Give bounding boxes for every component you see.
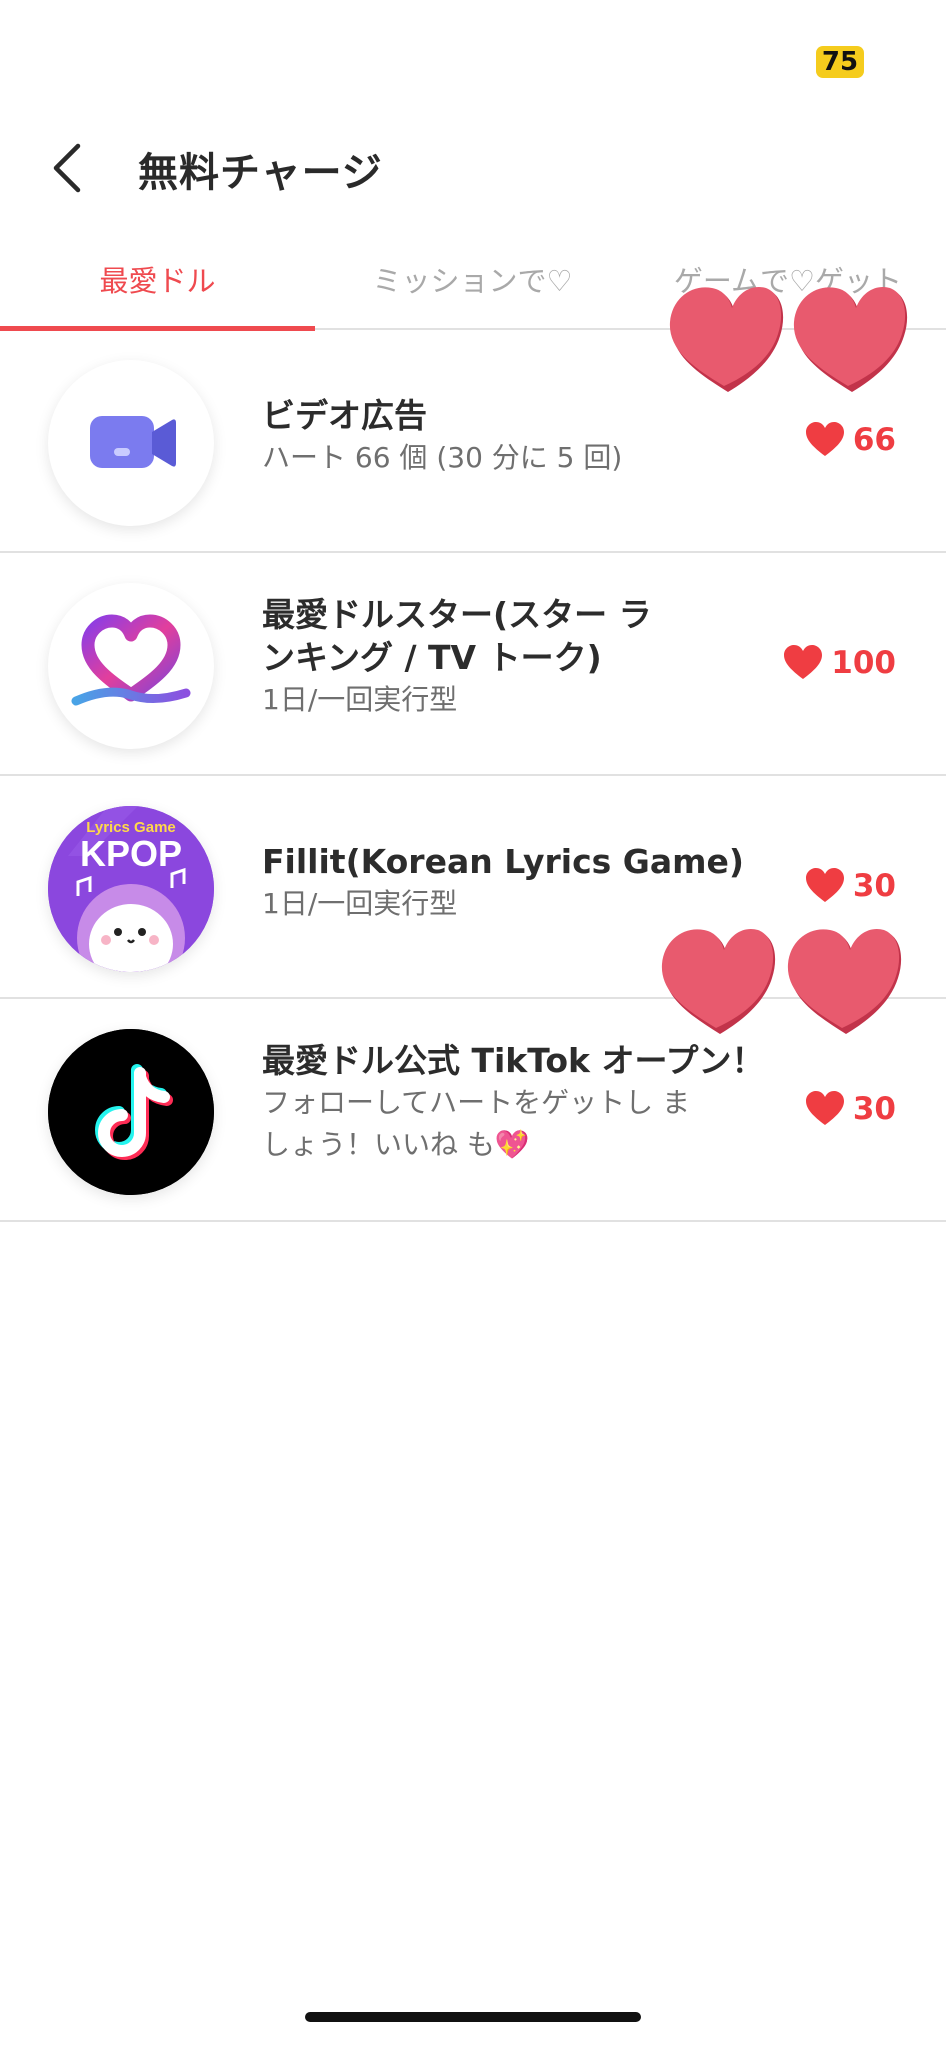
list-item-saiaidol-star[interactable]: 最愛ドルスター(スター ランキング / TV トーク) 1日/一回実行型 100 — [0, 553, 946, 776]
reward-badge[interactable]: 100 — [783, 645, 896, 681]
floating-heart-icon — [669, 286, 784, 392]
screen: 75 無料チャージ 最愛ドル ミッションで♡ ゲームで♡ゲット ビデオ広告 ハー… — [0, 0, 946, 2048]
reward-badge[interactable]: 30 — [805, 868, 896, 904]
item-title: 最愛ドルスター(スター ランキング / TV トーク) — [262, 595, 652, 677]
item-subtitle: ハート 66 個 (30 分に 5 回) — [262, 441, 623, 474]
reward-amount: 30 — [852, 868, 896, 904]
page-title: 無料チャージ — [138, 150, 383, 196]
logo-kpop-text: KPOP — [80, 833, 182, 874]
reward-amount: 66 — [852, 422, 896, 458]
heart-icon — [784, 645, 823, 679]
reward-badge[interactable]: 30 — [805, 1091, 896, 1127]
reward-amount: 30 — [852, 1091, 896, 1127]
home-indicator[interactable] — [305, 2012, 641, 2022]
item-subtitle: フォローしてハートをゲットし ましょう！いいね も💖 — [262, 1086, 691, 1161]
item-title: 最愛ドル公式 TikTok オープン！ — [262, 1041, 765, 1080]
tab-saiaidol[interactable]: 最愛ドル — [0, 258, 315, 308]
battery-indicator: 75 — [816, 46, 864, 78]
item-title: ビデオ広告 — [262, 396, 427, 435]
item-title: Fillit(Korean Lyrics Game) — [262, 842, 744, 881]
chevron-left-icon — [53, 143, 81, 193]
item-subtitle: 1日/一回実行型 — [262, 887, 458, 920]
floating-heart-icon — [787, 928, 902, 1034]
saiaidol-star-logo — [48, 583, 214, 749]
floating-heart-icon — [793, 286, 908, 392]
heart-icon — [805, 422, 844, 456]
floating-heart-icon — [661, 928, 776, 1034]
kpop-lyrics-game-logo: Lyrics Game KPOP — [48, 806, 214, 972]
back-button[interactable] — [42, 136, 98, 200]
item-subtitle: 1日/一回実行型 — [262, 683, 458, 716]
reward-list: ビデオ広告 ハート 66 個 (30 分に 5 回) 66 最愛ドルスター(スタ… — [0, 330, 946, 1222]
reward-badge[interactable]: 66 — [805, 422, 896, 458]
tiktok-logo — [48, 1029, 214, 1195]
heart-icon — [805, 1091, 844, 1125]
tab-mission[interactable]: ミッションで♡ — [315, 258, 630, 308]
heart-icon — [805, 868, 844, 902]
reward-amount: 100 — [831, 645, 896, 681]
video-camera-icon — [48, 360, 214, 526]
